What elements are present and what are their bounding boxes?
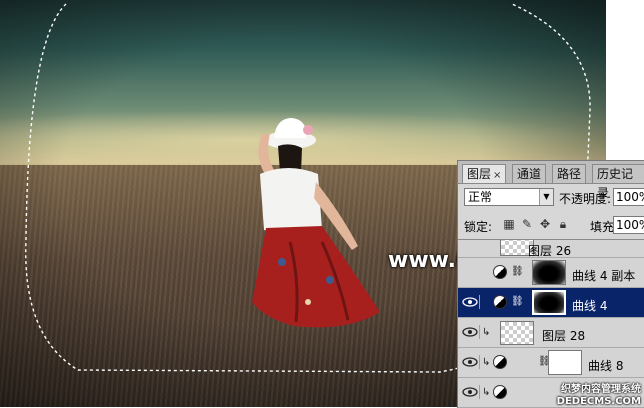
- tab-history[interactable]: 历史记录: [592, 164, 644, 200]
- eye-icon[interactable]: [461, 325, 480, 339]
- layer-mask-thumbnail[interactable]: [532, 290, 566, 315]
- curves-adjust-icon: [493, 295, 507, 309]
- opacity-label: 不透明度:: [559, 192, 612, 206]
- close-icon[interactable]: ×: [493, 170, 501, 181]
- fill-field[interactable]: 100%: [613, 216, 644, 234]
- lock-all-icon[interactable]: 🔒︎: [556, 217, 570, 231]
- curves-adjust-icon: [493, 385, 507, 399]
- tab-layers-label: 图层: [467, 167, 492, 181]
- layer-name: 曲线 8: [588, 359, 624, 373]
- tab-paths[interactable]: 路径: [552, 164, 587, 183]
- panel-tabs: 图层 × 通道 路径 历史记录: [458, 161, 644, 200]
- lock-move-icon[interactable]: ✥: [538, 217, 552, 231]
- clip-arrow-icon: ↳: [482, 327, 491, 338]
- blend-mode-value: 正常: [468, 190, 493, 204]
- eye-icon[interactable]: [461, 385, 480, 399]
- curves-adjust-icon: [493, 265, 507, 279]
- opacity-field[interactable]: 100%: [613, 188, 644, 206]
- lock-transparency-icon[interactable]: ▦: [502, 217, 516, 231]
- curves-adjust-icon: [493, 355, 507, 369]
- tab-layers[interactable]: 图层 ×: [462, 164, 507, 183]
- layer-thumbnail: [500, 321, 534, 345]
- corner-watermark: 织梦内容管理系统 DEDECMS.COM: [556, 384, 641, 407]
- layer-mask-thumbnail[interactable]: [548, 350, 582, 375]
- tab-paths-label: 路径: [557, 167, 582, 181]
- layers-list: 图层 26 ⛓ 曲线 4 副本 ⛓ 曲线 4 ↳ 图层 28 ↳ ⛓ 曲线 8 …: [458, 239, 644, 408]
- tab-channels-label: 通道: [517, 167, 542, 181]
- link-icon: ⛓: [511, 266, 524, 277]
- lock-row: 锁定: ▦ ✎ ✥ 🔒︎ 填充: 100%: [462, 215, 644, 237]
- blend-mode-select[interactable]: 正常 ▼: [464, 188, 554, 206]
- blend-row: 正常 ▼ 不透明度: 100%: [462, 187, 644, 209]
- layer-row-curves4[interactable]: ⛓ 曲线 4: [458, 288, 644, 318]
- lock-label: 锁定:: [464, 220, 493, 234]
- layer-row-28[interactable]: ↳ 图层 28: [458, 318, 644, 348]
- link-icon: ⛓: [511, 296, 524, 307]
- layer-name: 图层 26: [528, 244, 572, 258]
- layers-panel: 图层× 通道 路径 历史记录 正常 ▼ 不透明度: 100% 锁定: ▦ ✎ ✥…: [457, 160, 644, 408]
- layer-row-26[interactable]: 图层 26: [458, 240, 644, 258]
- clip-arrow-icon: ↳: [482, 387, 491, 398]
- layer-mask-thumbnail[interactable]: [532, 260, 566, 285]
- clip-arrow-icon: ↳: [482, 357, 491, 368]
- lock-brush-icon[interactable]: ✎: [520, 217, 534, 231]
- layer-row-curves8[interactable]: ↳ ⛓ 曲线 8: [458, 348, 644, 378]
- chevron-down-icon[interactable]: ▼: [539, 189, 553, 205]
- tab-channels[interactable]: 通道: [512, 164, 547, 183]
- layer-name: 图层 28: [542, 329, 586, 343]
- layer-name: 曲线 4: [572, 299, 608, 313]
- eye-icon[interactable]: [461, 295, 480, 309]
- layer-row-curves4-copy[interactable]: ⛓ 曲线 4 副本: [458, 258, 644, 288]
- eye-icon[interactable]: [461, 355, 480, 369]
- layer-name: 曲线 4 副本: [572, 269, 636, 283]
